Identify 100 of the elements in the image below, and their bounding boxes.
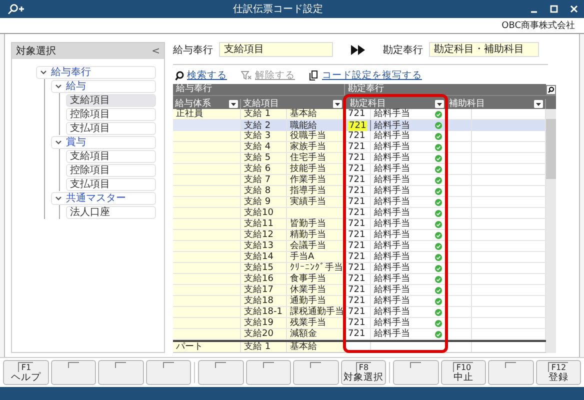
table-row[interactable]: パート 支給 1 基本給 [173, 340, 546, 352]
table-row[interactable]: 正社員 支給 1 基本給 721 給料手当 [173, 109, 546, 120]
tree-item[interactable]: 支払項目 [66, 178, 156, 191]
copy-icon [309, 70, 319, 82]
table-row[interactable]: 支給16 食事手当 721 給料手当 [173, 274, 546, 286]
table-row[interactable]: 支給19 残業手当 721 給料手当 [173, 318, 546, 330]
input-field[interactable]: 721 [348, 120, 368, 131]
search-add-icon[interactable] [6, 2, 26, 15]
toolbar-link[interactable]: コード設定を複写する [322, 69, 422, 82]
table-cell: 給料手当 [374, 208, 410, 218]
function-key[interactable]: F12 登録 [536, 360, 581, 385]
table-row[interactable]: 支給18-1 課税通勤手当 721 給料手当 [173, 307, 546, 318]
maximize-icon[interactable] [550, 4, 558, 13]
table-cell: 支給19 [241, 318, 287, 328]
table-cell [173, 142, 241, 152]
table-row[interactable]: 支給 6 技能手当 721 給料手当 [173, 164, 546, 176]
tree-item[interactable]: 法人口座 [66, 206, 156, 219]
table-cell: 給料手当 [374, 175, 410, 186]
tree-item[interactable]: 支給項目 [66, 150, 156, 163]
table-row[interactable]: 支給10 721 給料手当 [173, 208, 546, 220]
collapse-button[interactable]: < [152, 46, 160, 57]
table-cell: 支給10 [241, 208, 287, 218]
table-cell: 通勤手当 [287, 296, 345, 306]
target-field: 勘定科目・補助科目 [429, 42, 539, 58]
table-row[interactable]: 支給 4 家族手当 721 給料手当 [173, 142, 546, 154]
table-cell: 支給15 [241, 263, 287, 274]
source-field: 支給項目 [219, 42, 333, 58]
close-icon[interactable] [570, 4, 578, 13]
table-cell: 支給12 [241, 230, 287, 240]
table-cell: 家族手当 [287, 142, 345, 152]
table-cell: 支給13 [241, 241, 287, 252]
table-cell: 支給18 [241, 296, 287, 306]
table-cell: 支給 8 [241, 186, 287, 196]
table-cell: 給料手当 [374, 153, 410, 164]
table-row[interactable]: 支給13 会議手当 721 給料手当 [173, 241, 546, 252]
filter-clear-icon [241, 71, 252, 80]
table-cell: 休業手当 [287, 285, 345, 296]
tree-group-item[interactable]: 賞与 [51, 136, 156, 149]
tree-group-item[interactable]: 給与奉行 [36, 66, 156, 79]
tree-item[interactable]: 控除項目 [66, 164, 156, 177]
table-cell: 給料手当 [374, 197, 410, 208]
table-cell: 給料手当 [374, 252, 410, 262]
table-cell [447, 120, 472, 132]
table-cell: 課税通勤手当 [287, 307, 345, 318]
table-row[interactable]: 支給20 減額金 721 給料手当 [173, 329, 546, 340]
function-key[interactable]: F10 中止 [440, 360, 486, 385]
table-cell: 給料手当 [374, 131, 410, 142]
table-row[interactable]: 支給15 ｸﾘｰﾆﾝｸﾞ手当 721 給料手当 [173, 263, 546, 274]
table-row[interactable]: 支給 5 住宅手当 721 給料手当 [173, 153, 546, 164]
table-cell: 支給17 [241, 285, 287, 296]
table-cell: 皆勤手当 [287, 219, 345, 230]
table-cell: 給料手当 [374, 307, 410, 318]
table-cell [173, 131, 241, 142]
table-cell [173, 197, 241, 208]
table-row[interactable]: 支給 3 役職手当 721 給料手当 [173, 131, 546, 142]
dropdown-icon[interactable] [229, 100, 238, 108]
table-cell: 支給11 [241, 219, 287, 230]
tree-group-item[interactable]: 共通マスター [51, 192, 156, 205]
tree-item[interactable]: 控除項目 [66, 108, 156, 121]
tree-group-item[interactable]: 給与 [51, 80, 156, 93]
table-row[interactable]: 支給18 通勤手当 721 給料手当 [173, 296, 546, 308]
tree-item[interactable]: 支払項目 [66, 122, 156, 135]
function-key[interactable]: F1 ヘルプ [3, 360, 48, 385]
table-row[interactable]: 支給17 休業手当 721 給料手当 [173, 285, 546, 296]
table-cell: 支給 1 [241, 109, 287, 120]
table-row[interactable]: 支給 9 実績手当 721 給料手当 [173, 197, 546, 208]
table-cell: 手当A [287, 252, 345, 262]
table-row[interactable]: 支給14 手当A 721 給料手当 [173, 252, 546, 264]
table-cell: 給料手当 [374, 263, 410, 274]
dropdown-icon[interactable] [534, 100, 543, 108]
table-cell: 給料手当 [374, 274, 410, 284]
table-row[interactable]: 支給 2 職能給 721 給料手当 [173, 120, 546, 132]
table-row[interactable]: 支給 7 作業手当 721 給料手当 [173, 175, 546, 186]
dropdown-icon[interactable] [435, 100, 444, 108]
table-cell: 役職手当 [287, 131, 345, 142]
table-cell: 給料手当 [374, 230, 410, 240]
table-cell: ｸﾘｰﾆﾝｸﾞ手当 [287, 263, 345, 274]
table-cell [173, 208, 241, 218]
scrollbar[interactable] [546, 109, 556, 354]
table-cell: 給料手当 [374, 296, 410, 306]
table-cell: 給料手当 [374, 142, 410, 152]
table-cell [173, 120, 241, 132]
table-row[interactable]: 支給11 皆勤手当 721 給料手当 [173, 219, 546, 230]
table-cell: 給料手当 [374, 120, 410, 131]
table-row[interactable]: 支給12 精勤手当 721 給料手当 [173, 230, 546, 242]
table-row[interactable]: 支給 8 指導手当 721 給料手当 [173, 186, 546, 198]
table-cell: 精勤手当 [287, 230, 345, 240]
function-key[interactable]: F8 対象選択 [340, 360, 386, 385]
search-button[interactable] [546, 84, 556, 96]
table-cell: 支給18-1 [241, 307, 287, 318]
table-cell [173, 263, 241, 274]
table-cell [173, 175, 241, 186]
group-header: 勘定奉行 [347, 84, 385, 96]
table-cell [173, 252, 241, 262]
table-cell: 実績手当 [287, 197, 345, 208]
table-cell: 給料手当 [374, 164, 410, 174]
toolbar-link[interactable]: 検索する [187, 69, 227, 82]
dropdown-icon[interactable] [333, 100, 342, 108]
tree-item[interactable]: 支給項目 [66, 94, 156, 107]
window-title: 仕訳伝票コード設定 [232, 2, 324, 16]
